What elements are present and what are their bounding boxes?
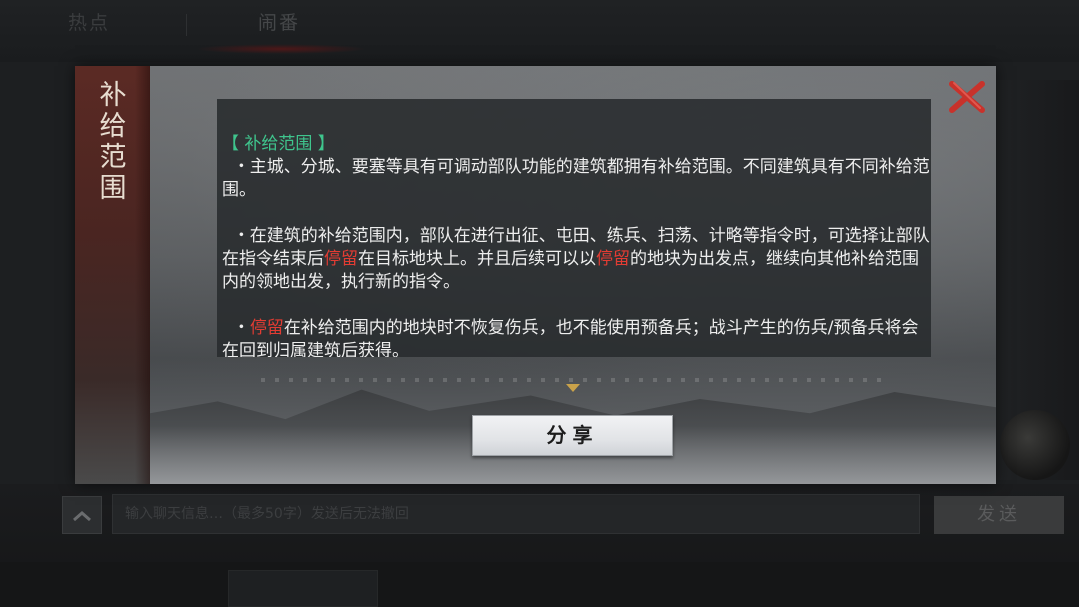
paragraph-text: 在补给范围内的地块时不恢复伤兵，也不能使用预备兵；战斗产生的伤兵/预备兵将会在回…	[222, 318, 919, 357]
highlight-term: 停留	[324, 249, 358, 269]
collapse-button[interactable]	[62, 496, 102, 534]
paragraph-1: ・主城、分城、要塞等具有可调动部队功能的建筑都拥有补给范围。不同建筑具有不同补给…	[222, 156, 931, 202]
tab-hot[interactable]: 热点	[68, 8, 110, 35]
paragraph-3: ・停留在补给范围内的地块时不恢复伤兵，也不能使用预备兵；战斗产生的伤兵/预备兵将…	[222, 317, 931, 357]
tab-divider	[186, 14, 187, 36]
chevron-up-icon	[73, 511, 91, 522]
section-title: 【 补给范围 】	[222, 134, 335, 154]
paragraph-text: ・	[222, 318, 250, 338]
bottom-strip	[0, 562, 1079, 607]
side-banner: 补 给 范 围	[75, 66, 150, 484]
title-char: 范	[99, 142, 127, 173]
dialog-title: 补 给 范 围	[87, 80, 139, 204]
send-button[interactable]: 发送	[934, 496, 1064, 534]
chat-placeholder: 输入聊天信息…（最多50字）发送后无法撤回	[125, 506, 409, 522]
title-char: 给	[99, 111, 127, 142]
share-button[interactable]: 分享	[472, 415, 673, 456]
chevron-down-icon[interactable]	[566, 383, 580, 393]
title-char: 补	[99, 80, 127, 111]
active-tab-underline	[196, 44, 366, 54]
close-icon	[949, 81, 985, 113]
bottom-strip-tab[interactable]	[228, 570, 378, 607]
chat-input[interactable]: 输入聊天信息…（最多50字）发送后无法撤回	[112, 494, 920, 534]
paragraph-2: ・在建筑的补给范围内，部队在进行出征、屯田、练兵、扫荡、计略等指令时，可选择让部…	[222, 225, 931, 294]
supply-range-dialog: 补 给 范 围 【 补给范围 】 ・主城、分城、要塞等具有可调动部队功能的建筑都…	[75, 66, 996, 484]
paragraph-text: ・主城、分城、要塞等具有可调动部队功能的建筑都拥有补给范围。不同建筑具有不同补给…	[222, 157, 930, 200]
paragraph-text: 在目标地块上。并且后续可以以	[358, 249, 596, 269]
close-button[interactable]	[947, 78, 987, 116]
description-panel[interactable]: 【 补给范围 】 ・主城、分城、要塞等具有可调动部队功能的建筑都拥有补给范围。不…	[217, 99, 931, 357]
tab-active[interactable]: 闹番	[258, 8, 300, 35]
top-tab-bar	[0, 0, 1079, 62]
highlight-term: 停留	[249, 318, 284, 338]
highlight-term: 停留	[596, 249, 630, 269]
hidden-text-hint	[261, 378, 891, 382]
background-avatar	[1000, 410, 1070, 480]
title-char: 围	[99, 173, 127, 204]
